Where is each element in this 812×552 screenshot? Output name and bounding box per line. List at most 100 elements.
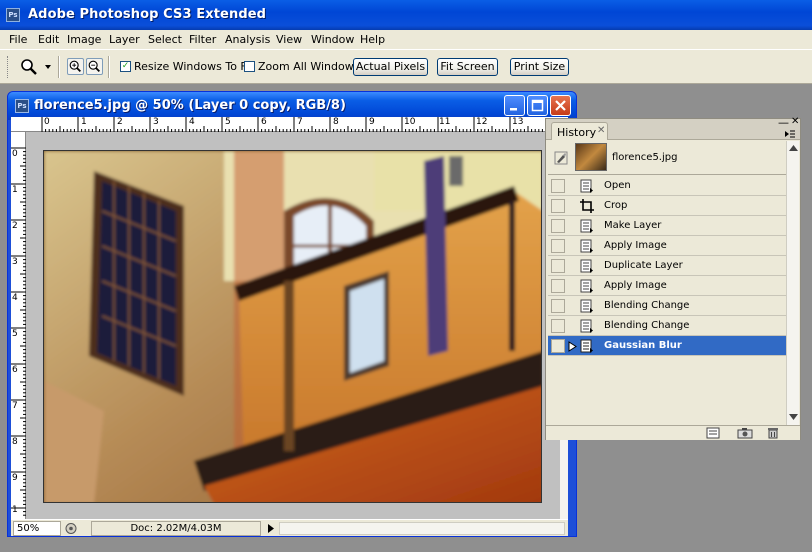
ruler-label: 1	[12, 185, 18, 195]
menu-analysis[interactable]: Analysis	[225, 33, 270, 46]
crop-icon	[580, 199, 594, 213]
trash-icon[interactable]	[767, 427, 779, 439]
vertical-ruler[interactable]: 0 1 2 3 4 5 6 7 8 9 1	[11, 132, 26, 519]
minimize-button[interactable]	[504, 95, 525, 116]
menu-filter[interactable]: Filter	[189, 33, 216, 46]
history-source-checkbox[interactable]	[551, 219, 565, 233]
status-info-icon[interactable]	[64, 522, 78, 535]
history-state[interactable]: Apply Image	[548, 276, 786, 296]
history-state-icon	[580, 279, 593, 293]
ruler-label: 9	[369, 117, 375, 127]
history-state[interactable]: Blending Change	[548, 296, 786, 316]
history-state[interactable]: Crop	[548, 196, 786, 216]
ruler-label: 5	[225, 117, 231, 127]
maximize-button[interactable]	[527, 95, 548, 116]
history-brush-icon[interactable]	[554, 151, 568, 165]
document-title: florence5.jpg @ 50% (Layer 0 copy, RGB/8…	[34, 98, 346, 113]
history-state-label: Duplicate Layer	[604, 260, 683, 271]
ruler-label: 1	[12, 505, 18, 515]
history-state-icon	[580, 299, 593, 313]
menu-bar: File Edit Image Layer Select Filter Anal…	[0, 30, 812, 50]
menu-layer[interactable]: Layer	[109, 33, 140, 46]
separator	[108, 56, 110, 78]
zoom-tool-icon[interactable]	[20, 58, 38, 76]
history-state-label: Blending Change	[604, 300, 690, 311]
tab-history-label: History	[557, 126, 597, 139]
actual-pixels-button[interactable]: Actual Pixels	[353, 58, 428, 76]
history-source-checkbox[interactable]	[551, 319, 565, 333]
document-info: Doc: 2.02M/4.03M	[91, 521, 261, 536]
scroll-down-icon[interactable]	[789, 414, 798, 420]
tab-history[interactable]: History ✕	[551, 122, 608, 140]
fit-screen-button[interactable]: Fit Screen	[437, 58, 498, 76]
panel-minimize-icon[interactable]: —	[778, 116, 789, 129]
history-state-label: Make Layer	[604, 220, 662, 231]
zoom-in-button[interactable]	[67, 58, 84, 75]
menu-help[interactable]: Help	[360, 33, 385, 46]
history-source-checkbox[interactable]	[551, 199, 565, 213]
menu-select[interactable]: Select	[148, 33, 182, 46]
close-icon	[555, 100, 566, 111]
camera-snapshot-icon[interactable]	[737, 427, 753, 439]
zoom-out-button[interactable]	[86, 58, 103, 75]
panel-menu-icon[interactable]	[784, 129, 796, 138]
history-state[interactable]: Open	[548, 176, 786, 196]
history-panel: History ✕ — ✕ florence5.jpg Open Crop Ma…	[545, 116, 801, 440]
zoom-all-windows-label: Zoom All Windows	[258, 60, 360, 73]
resize-windows-label: Resize Windows To Fit	[134, 60, 254, 73]
history-state-label: Apply Image	[604, 240, 667, 251]
history-state[interactable]: Blending Change	[548, 316, 786, 336]
ruler-label: 6	[261, 117, 267, 127]
florence-photo	[44, 151, 541, 502]
resize-windows-checkbox[interactable]: ✓	[120, 61, 131, 72]
zoom-all-windows-checkbox[interactable]	[244, 61, 255, 72]
ruler-label: 3	[153, 117, 159, 127]
ruler-label: 0	[44, 117, 50, 127]
panel-close-icon[interactable]: ✕	[791, 116, 799, 127]
history-state-label: Blending Change	[604, 320, 690, 331]
document-image[interactable]	[43, 150, 542, 503]
history-snapshot[interactable]: florence5.jpg	[548, 141, 786, 175]
history-state-selected[interactable]: Gaussian Blur	[548, 336, 786, 356]
document-title-bar[interactable]: Ps florence5.jpg @ 50% (Layer 0 copy, RG…	[8, 92, 576, 120]
ruler-label: 11	[439, 117, 451, 127]
menu-window[interactable]: Window	[311, 33, 354, 46]
tool-preset-dropdown-icon[interactable]	[45, 65, 51, 69]
zoom-out-icon	[88, 60, 100, 72]
history-state-icon	[580, 319, 593, 333]
toolbar-grip[interactable]	[7, 56, 10, 78]
menu-image[interactable]: Image	[67, 33, 101, 46]
history-source-checkbox[interactable]	[551, 279, 565, 293]
photoshop-document-icon: Ps	[15, 99, 29, 113]
menu-file[interactable]: File	[9, 33, 27, 46]
history-source-checkbox[interactable]	[551, 339, 565, 353]
history-source-checkbox[interactable]	[551, 299, 565, 313]
zoom-in-icon	[69, 60, 81, 72]
history-state[interactable]: Make Layer	[548, 216, 786, 236]
ruler-label: 4	[12, 293, 18, 303]
horizontal-ruler[interactable]: 0 1 2 3 4 5 6 7 8 9 10 11 12 13	[11, 117, 568, 132]
status-menu-arrow-icon[interactable]	[266, 523, 276, 534]
scroll-up-icon[interactable]	[789, 145, 798, 151]
menu-edit[interactable]: Edit	[38, 33, 59, 46]
menu-view[interactable]: View	[276, 33, 302, 46]
snapshot-label: florence5.jpg	[612, 152, 678, 163]
horizontal-scrollbar[interactable]	[279, 522, 565, 535]
history-state-icon	[580, 239, 593, 253]
print-size-button[interactable]: Print Size	[510, 58, 569, 76]
ruler-label: 9	[12, 473, 18, 483]
maximize-icon	[531, 99, 544, 112]
ruler-label: 12	[476, 117, 488, 127]
close-button[interactable]	[550, 95, 571, 116]
history-source-checkbox[interactable]	[551, 179, 565, 193]
history-state[interactable]: Apply Image	[548, 236, 786, 256]
zoom-level-field[interactable]: 50%	[13, 521, 61, 536]
history-source-checkbox[interactable]	[551, 259, 565, 273]
history-source-checkbox[interactable]	[551, 239, 565, 253]
ruler-label: 8	[333, 117, 339, 127]
history-state-pointer-icon[interactable]	[568, 341, 577, 352]
history-scrollbar[interactable]	[786, 141, 799, 427]
create-new-document-icon[interactable]	[706, 427, 720, 439]
close-tab-icon[interactable]: ✕	[597, 125, 605, 136]
history-state[interactable]: Duplicate Layer	[548, 256, 786, 276]
